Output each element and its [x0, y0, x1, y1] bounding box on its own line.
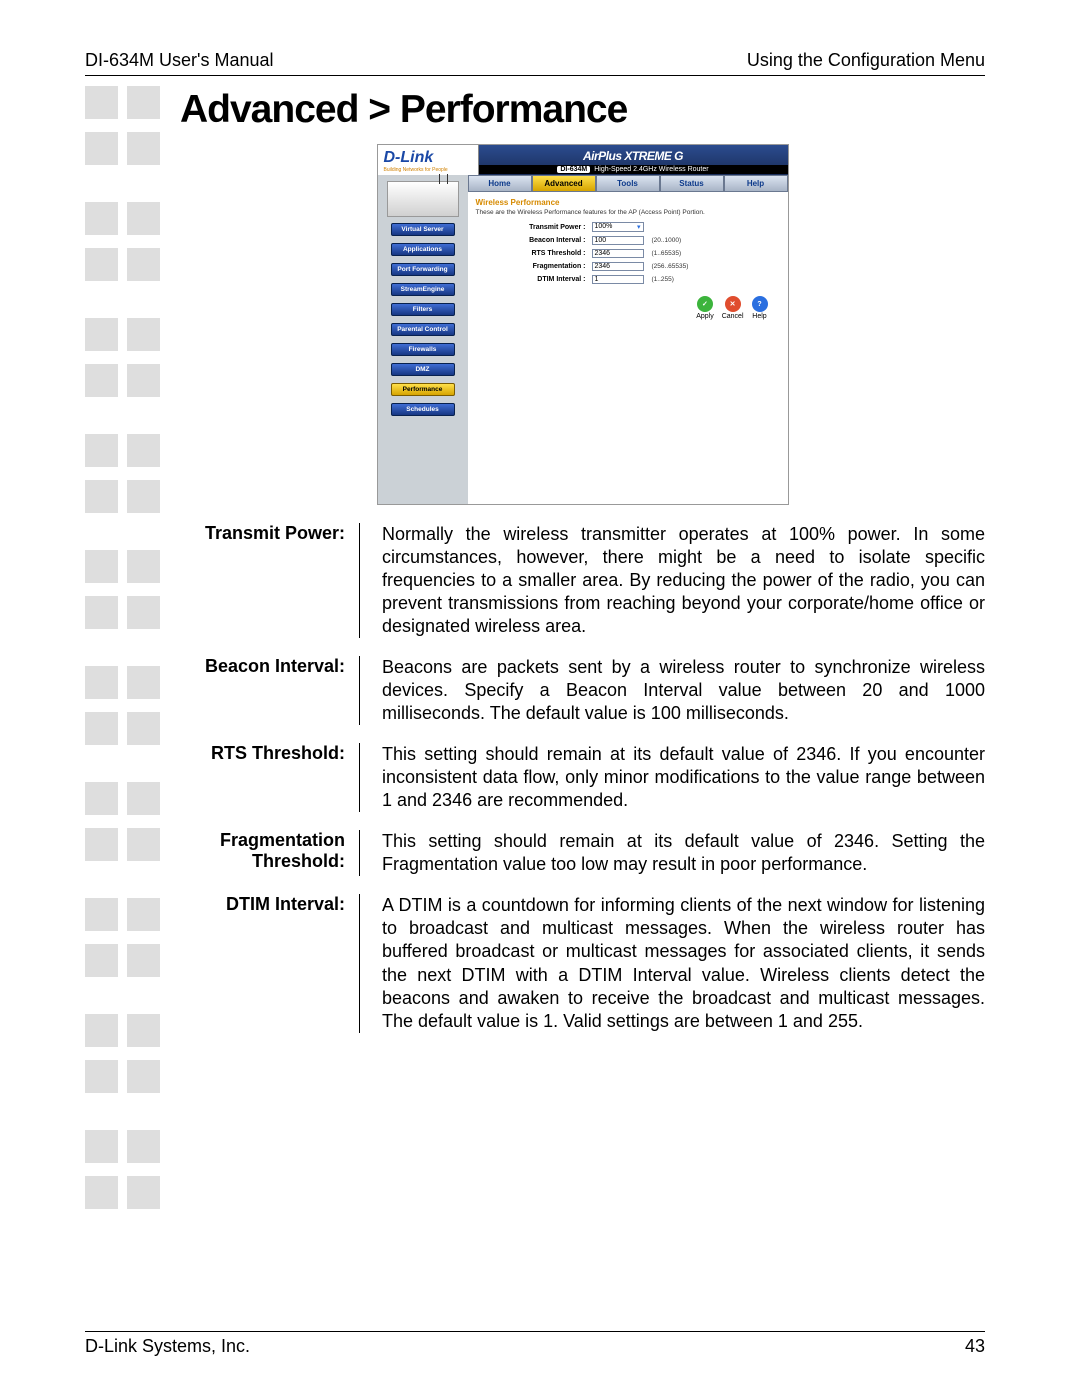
rts-input[interactable]: 2346	[592, 249, 644, 258]
page-header: DI-634M User's Manual Using the Configur…	[85, 50, 985, 71]
logo-text: D-Link	[384, 149, 434, 166]
beacon-input[interactable]: 100	[592, 236, 644, 245]
sidebtn-dmz[interactable]: DMZ	[391, 363, 455, 376]
sidebtn-firewalls[interactable]: Firewalls	[391, 343, 455, 356]
tab-tools[interactable]: Tools	[596, 175, 660, 192]
router-admin-screenshot: D-Link Building Networks for People AirP…	[377, 144, 789, 505]
rts-label: RTS Threshold :	[476, 250, 592, 257]
tab-advanced[interactable]: Advanced	[532, 175, 596, 192]
def-label-rts: RTS Threshold:	[180, 743, 360, 812]
sidebtn-filters[interactable]: Filters	[391, 303, 455, 316]
frag-hint: (256..65535)	[652, 263, 689, 270]
frag-label: Fragmentation :	[476, 263, 592, 270]
beacon-hint: (20..1000)	[652, 237, 682, 244]
dlink-logo: D-Link Building Networks for People	[378, 145, 479, 175]
dtim-label: DTIM Interval :	[476, 276, 592, 283]
product-model-line: DI-634M High-Speed 2.4GHz Wireless Router	[479, 165, 788, 174]
router-thumbnail-icon	[387, 181, 459, 217]
model-pill: DI-634M	[557, 166, 590, 173]
tx-power-select[interactable]: 100%▾	[592, 222, 644, 232]
check-icon: ✓	[697, 296, 713, 312]
close-icon: ✕	[725, 296, 741, 312]
def-label-beacon: Beacon Interval:	[180, 656, 360, 725]
pane-heading: Wireless Performance	[476, 198, 780, 207]
def-text-frag: This setting should remain at its defaul…	[360, 830, 985, 876]
sidebtn-port-forwarding[interactable]: Port Forwarding	[391, 263, 455, 276]
rts-hint: (1..65535)	[652, 250, 682, 257]
def-label-tx: Transmit Power:	[180, 523, 360, 638]
help-button[interactable]: ? Help	[752, 296, 768, 320]
sidebtn-performance[interactable]: Performance	[391, 383, 455, 396]
cancel-label: Cancel	[722, 313, 744, 320]
tab-home[interactable]: Home	[468, 175, 532, 192]
footer-left: D-Link Systems, Inc.	[85, 1336, 250, 1357]
product-brand: AirPlus XTREME G	[479, 149, 788, 163]
router-top-tabs: Home Advanced Tools Status Help	[468, 175, 788, 192]
def-text-rts: This setting should remain at its defaul…	[360, 743, 985, 812]
sidebtn-virtual-server[interactable]: Virtual Server	[391, 223, 455, 236]
sidebtn-applications[interactable]: Applications	[391, 243, 455, 256]
definitions: Transmit Power: Normally the wireless tr…	[180, 523, 985, 1033]
dtim-input[interactable]: 1	[592, 275, 644, 284]
sidebtn-schedules[interactable]: Schedules	[391, 403, 455, 416]
page-footer: D-Link Systems, Inc. 43	[85, 1336, 985, 1357]
tx-power-label: Transmit Power :	[476, 224, 592, 231]
question-icon: ?	[752, 296, 768, 312]
frag-input[interactable]: 2346	[592, 262, 644, 271]
header-right: Using the Configuration Menu	[747, 50, 985, 71]
cancel-button[interactable]: ✕ Cancel	[722, 296, 744, 320]
footer-right: 43	[965, 1336, 985, 1357]
router-side-nav: Virtual Server Applications Port Forward…	[378, 175, 468, 504]
pane-subtext: These are the Wireless Performance featu…	[476, 209, 780, 216]
dtim-hint: (1..255)	[652, 276, 674, 283]
def-text-tx: Normally the wireless transmitter operat…	[360, 523, 985, 638]
help-label: Help	[752, 313, 768, 320]
beacon-label: Beacon Interval :	[476, 237, 592, 244]
footer-rule	[85, 1331, 985, 1332]
logo-subtext: Building Networks for People	[384, 167, 474, 173]
def-label-dtim: DTIM Interval:	[180, 894, 360, 1032]
chevron-down-icon: ▾	[637, 223, 641, 231]
def-text-dtim: A DTIM is a countdown for informing clie…	[360, 894, 985, 1032]
page-title: Advanced > Performance	[180, 88, 985, 132]
sidebtn-streamengine[interactable]: StreamEngine	[391, 283, 455, 296]
model-desc: High-Speed 2.4GHz Wireless Router	[594, 166, 708, 173]
header-left: DI-634M User's Manual	[85, 50, 274, 71]
tab-status[interactable]: Status	[660, 175, 724, 192]
apply-label: Apply	[696, 313, 714, 320]
header-rule	[85, 75, 985, 76]
def-label-frag: Fragmentation Threshold:	[180, 830, 360, 876]
decorative-squares-column	[85, 86, 180, 1051]
sidebtn-parental-control[interactable]: Parental Control	[391, 323, 455, 336]
def-text-beacon: Beacons are packets sent by a wireless r…	[360, 656, 985, 725]
tab-help[interactable]: Help	[724, 175, 788, 192]
apply-button[interactable]: ✓ Apply	[696, 296, 714, 320]
